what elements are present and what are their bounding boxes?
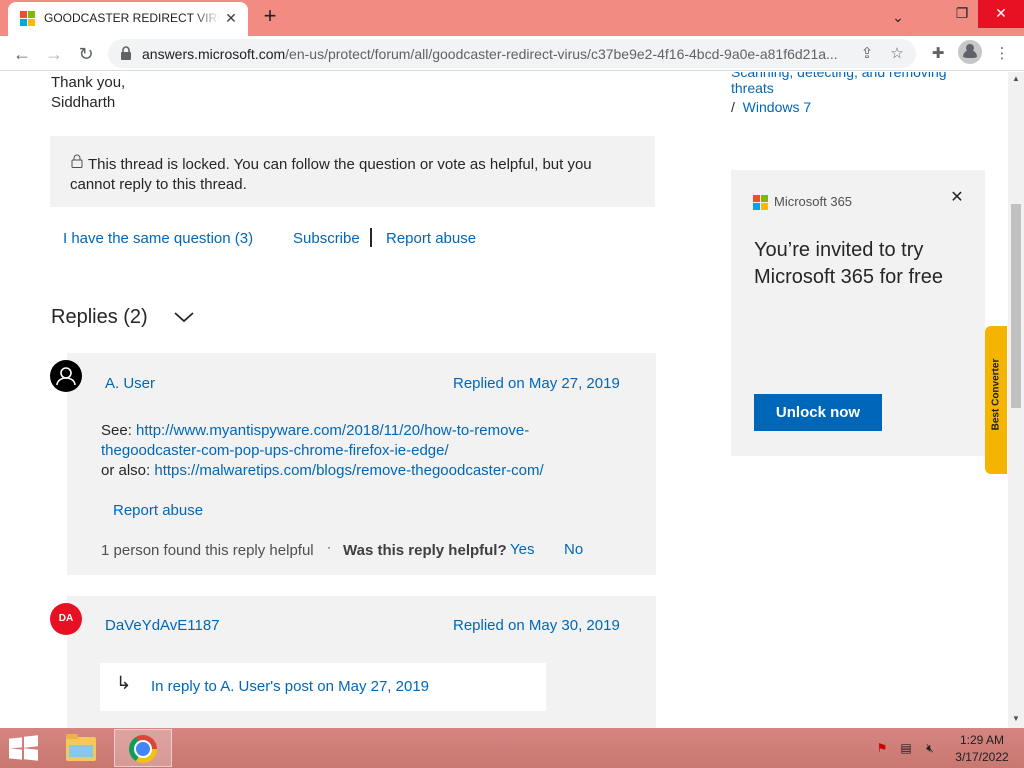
breadcrumb-threats[interactable]: threats [731, 80, 774, 96]
user-avatar [50, 360, 82, 392]
same-question-button[interactable]: I have the same question (3) [63, 230, 253, 247]
signoff-name: Siddharth [51, 94, 116, 111]
bookmark-star-icon[interactable]: ☆ [886, 43, 908, 65]
ad-headline: You’re invited to try Microsoft 365 for … [754, 239, 943, 288]
profile-avatar-icon[interactable] [958, 40, 982, 64]
in-reply-to-link[interactable]: In reply to A. User's post on May 27, 20… [151, 678, 429, 695]
in-reply-to-box[interactable]: ↳ In reply to A. User's post on May 27, … [100, 663, 546, 711]
reply-date[interactable]: Replied on May 30, 2019 [453, 617, 620, 634]
breadcrumb-windows-7: / Windows 7 [731, 99, 812, 115]
replies-heading: Replies (2) [51, 306, 148, 328]
taskbar-date[interactable]: 3/17/2022 [949, 750, 1015, 764]
minimize-button[interactable]: ⌄ [878, 4, 918, 32]
microsoft-favicon-icon [20, 11, 36, 27]
url-text[interactable]: answers.microsoft.com/en-us/protect/foru… [142, 46, 858, 62]
locked-thread-notice: This thread is locked. You can follow th… [50, 136, 655, 207]
action-separator [370, 228, 372, 247]
page-scrollbar[interactable]: ▲ ▼ [1008, 72, 1024, 728]
reply-link-2[interactable]: https://malwaretips.com/blogs/remove-the… [154, 462, 543, 479]
taskbar-time[interactable]: 1:29 AM [955, 733, 1009, 747]
windows-start-icon[interactable] [8, 735, 38, 761]
tab-title: GOODCASTER REDIRECT VIRUS - Microsoft Co… [44, 11, 220, 25]
ad-brand: Microsoft 365 [774, 194, 853, 209]
tab-close-icon[interactable]: ✕ [222, 9, 240, 27]
best-converter-widget[interactable]: Best Converter [985, 326, 1007, 474]
chrome-taskbar-icon[interactable] [114, 729, 172, 767]
scroll-up-icon[interactable]: ▲ [1012, 74, 1020, 83]
helpful-question: Was this reply helpful? [343, 542, 507, 559]
window-close-button[interactable]: ✕ [978, 0, 1024, 28]
reply-body-line: or also: https://malwaretips.com/blogs/r… [101, 462, 544, 479]
helpful-count: 1 person found this reply helpful [101, 542, 314, 559]
microsoft-365-ad: Microsoft 365 ✕ You’re invited to try Mi… [731, 170, 985, 456]
back-icon[interactable]: ← [8, 40, 36, 68]
menu-kebab-icon[interactable]: ⋮ [990, 42, 1014, 66]
extensions-icon[interactable]: ✚ [926, 42, 950, 66]
page-content: Thank you, Siddharth This thread is lock… [0, 72, 1008, 728]
forward-icon[interactable]: → [40, 40, 68, 68]
windows-taskbar: ⚑ ▤ 🔇︎ [0, 728, 1024, 768]
subscribe-link[interactable]: Subscribe [293, 230, 360, 247]
reply-date[interactable]: Replied on May 27, 2019 [453, 375, 620, 392]
user-avatar-initials: DA [50, 603, 82, 635]
reply-link[interactable]: http://www.myantispyware.com/2018/11/20/… [136, 422, 529, 439]
browser-tab[interactable]: GOODCASTER REDIRECT VIRUS - Microsoft Co… [8, 2, 248, 36]
volume-muted-icon[interactable]: 🔇︎ [922, 740, 938, 756]
unlock-now-button[interactable]: Unlock now [754, 394, 882, 431]
breadcrumb-windows-link[interactable]: Windows 7 [743, 99, 811, 115]
helpful-separator: · [327, 540, 331, 554]
scroll-down-icon[interactable]: ▼ [1012, 714, 1020, 723]
action-center-flag-icon[interactable]: ⚑ [874, 740, 890, 756]
ad-close-icon[interactable]: ✕ [947, 188, 967, 208]
scrollbar-thumb[interactable] [1011, 204, 1021, 408]
helpful-yes-button[interactable]: Yes [510, 541, 534, 558]
person-icon [56, 367, 76, 386]
reply-link-cont[interactable]: thegoodcaster-com-pop-ups-chrome-firefox… [101, 442, 449, 459]
chevron-down-icon[interactable] [173, 310, 195, 324]
new-tab-button[interactable]: + [258, 5, 282, 29]
signoff-line: Thank you, [51, 74, 126, 91]
reply-body-line: thegoodcaster-com-pop-ups-chrome-firefox… [101, 442, 449, 459]
network-icon[interactable]: ▤ [898, 740, 914, 756]
reload-icon[interactable]: ↻ [72, 40, 100, 68]
browser-toolbar: ← → ↻ answers.microsoft.com/en-us/protec… [0, 36, 1024, 71]
reply-report-abuse-link[interactable]: Report abuse [113, 502, 203, 519]
reply-username[interactable]: DaVeYdAvE1187 [105, 617, 220, 634]
restore-button[interactable]: ❐ [942, 0, 982, 28]
file-explorer-icon[interactable] [58, 730, 104, 766]
tab-strip: GOODCASTER REDIRECT VIRUS - Microsoft Co… [0, 0, 1024, 36]
reply-username[interactable]: A. User [105, 375, 155, 392]
breadcrumb-scanning[interactable]: Scanning, detecting, and removing [731, 72, 947, 80]
widget-label: Best Converter [990, 358, 1002, 431]
reply-body-line: See: http://www.myantispyware.com/2018/1… [101, 422, 530, 439]
share-icon[interactable]: ⇪ [856, 43, 878, 65]
helpful-no-button[interactable]: No [564, 541, 583, 558]
microsoft-logo-icon [753, 195, 769, 211]
lock-icon [121, 46, 131, 60]
address-bar[interactable]: answers.microsoft.com/en-us/protect/foru… [108, 39, 916, 68]
report-abuse-link[interactable]: Report abuse [386, 230, 476, 247]
reply-arrow-icon: ↳ [116, 673, 132, 693]
locked-message: This thread is locked. You can follow th… [70, 156, 592, 193]
